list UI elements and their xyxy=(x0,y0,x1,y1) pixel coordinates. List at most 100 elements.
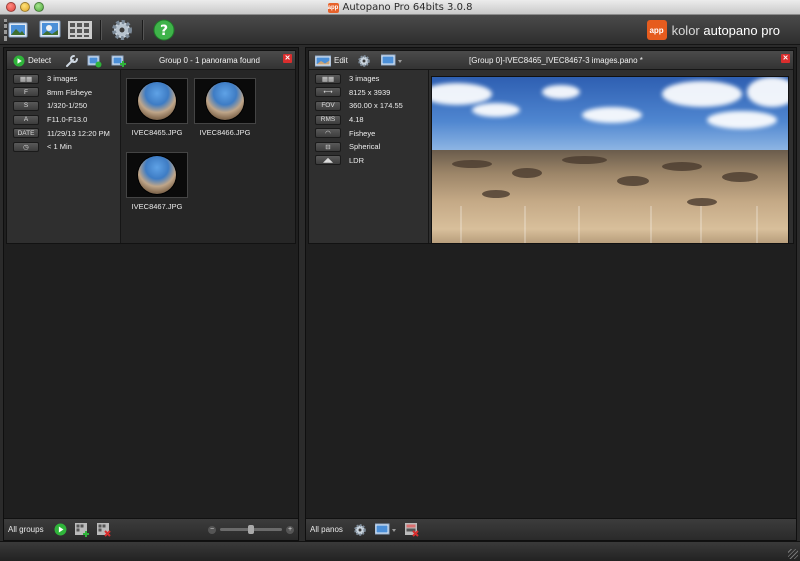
batch-detect-button[interactable] xyxy=(68,18,92,42)
image-stack-icon xyxy=(39,20,61,38)
info-row-date: DATE 11/29/13 12:20 PM xyxy=(7,126,120,140)
close-panorama-button[interactable]: ✕ xyxy=(781,54,790,63)
all-groups-label: All groups xyxy=(8,525,44,534)
info-row-rms: RMS 4.18 xyxy=(309,113,428,127)
group-card[interactable]: Detect Group 0 - 1 panorama found ✕ ▦▦ 3… xyxy=(6,50,296,244)
panorama-title: [Group 0]-IVEC8465_IVEC8467-3 images.pan… xyxy=(469,56,643,65)
thumbnail[interactable]: IVEC8465.JPG xyxy=(126,78,188,137)
render-settings-button[interactable] xyxy=(357,53,371,68)
panorama-info-list: ▦▦ 3 images ⟷ 8125 x 3939 FOV 360.00 x 1… xyxy=(309,70,429,243)
group-card-header: Detect Group 0 - 1 panorama found ✕ xyxy=(7,51,295,70)
grid-icon: ▦▦ xyxy=(13,73,39,84)
aperture-tag: A xyxy=(13,114,39,125)
info-row-size: ⟷ 8125 x 3939 xyxy=(309,86,428,100)
add-images-button[interactable] xyxy=(111,53,126,68)
svg-text:?: ? xyxy=(160,23,168,39)
clock-icon: ◷ xyxy=(13,141,39,152)
window-resize-grip[interactable] xyxy=(788,549,798,559)
main-toolbar: ? app kolor autopano pro xyxy=(0,15,800,45)
validate-group-button[interactable] xyxy=(87,53,102,68)
detect-button[interactable]: Detect xyxy=(13,53,51,68)
play-icon[interactable] xyxy=(54,523,67,536)
fisheye-image xyxy=(206,82,244,120)
info-row-focal: F 8mm Fisheye xyxy=(7,86,120,100)
settings-button[interactable] xyxy=(110,18,134,42)
close-group-button[interactable]: ✕ xyxy=(283,54,292,63)
fisheye-image xyxy=(138,156,176,194)
zoom-slider[interactable] xyxy=(220,525,282,534)
grid-icon: ▦▦ xyxy=(315,73,341,84)
panorama-edit-icon xyxy=(315,55,331,66)
gear-icon xyxy=(358,54,370,67)
render-button[interactable] xyxy=(381,53,403,68)
help-icon: ? xyxy=(153,19,175,41)
toolbar-separator xyxy=(100,20,101,40)
window-title-bar: app Autopano Pro 64bits 3.0.8 xyxy=(0,0,800,15)
info-row-fov: FOV 360.00 x 174.55 xyxy=(309,99,428,113)
group-settings-button[interactable] xyxy=(65,53,79,68)
rms-tag: RMS xyxy=(315,114,341,125)
thumbnail-zoom-control: − + xyxy=(208,525,294,534)
zoom-slider-handle[interactable] xyxy=(248,525,254,534)
zoom-out-icon[interactable]: − xyxy=(208,525,216,534)
info-row-images: ▦▦ 3 images xyxy=(309,72,428,86)
help-button[interactable]: ? xyxy=(152,18,176,42)
group-info-list: ▦▦ 3 images F 8mm Fisheye S 1/320-1/250 … xyxy=(7,70,121,243)
info-row-projection: ⊟ Spherical xyxy=(309,140,428,154)
info-row-shutter: S 1/320-1/250 xyxy=(7,99,120,113)
groups-footer: All groups − + xyxy=(4,518,298,540)
gear-icon xyxy=(112,20,132,40)
remove-panorama-icon[interactable] xyxy=(404,522,419,537)
panorama-card-header: Edit [Group 0]-IVEC8465_IVEC8467-3 image… xyxy=(309,51,793,70)
spherical-projection-icon: ⊟ xyxy=(315,141,341,152)
image-check-icon xyxy=(87,55,102,67)
panoramas-panel: Edit [Group 0]-IVEC8465_IVEC8467-3 image… xyxy=(305,47,797,541)
width-arrows-icon: ⟷ xyxy=(315,87,341,98)
ldr-icon: ◢◣ xyxy=(315,155,341,166)
info-row-duration: ◷ < 1 Min xyxy=(7,140,120,154)
add-group-icon[interactable] xyxy=(74,522,89,537)
info-row-lens: ◠ Fisheye xyxy=(309,126,428,140)
edit-label: Edit xyxy=(334,56,348,65)
thumbnail-filename: IVEC8466.JPG xyxy=(199,128,251,137)
zoom-in-icon[interactable]: + xyxy=(286,525,294,534)
status-bar xyxy=(0,541,800,561)
import-images-button[interactable] xyxy=(4,18,28,42)
info-row-range: ◢◣ LDR xyxy=(309,154,428,168)
render-dropdown-icon xyxy=(381,54,402,65)
thumbnail-filename: IVEC8465.JPG xyxy=(131,128,183,137)
grid-icon xyxy=(68,21,92,39)
thumbnail-grid: IVEC8465.JPG IVEC8466.JPG IVEC8467.JPG xyxy=(121,70,295,243)
wrench-icon xyxy=(66,54,78,67)
info-row-aperture: A F11.0-F13.0 xyxy=(7,113,120,127)
remove-group-icon[interactable] xyxy=(96,522,111,537)
group-title: Group 0 - 1 panorama found xyxy=(159,56,260,65)
fisheye-lens-icon: ◠ xyxy=(315,128,341,139)
gear-icon[interactable] xyxy=(353,523,367,537)
focal-tag: F xyxy=(13,87,39,98)
window-title: Autopano Pro 64bits 3.0.8 xyxy=(342,2,473,13)
thumbnail[interactable]: IVEC8467.JPG xyxy=(126,152,188,211)
shutter-tag: S xyxy=(13,100,39,111)
panorama-card[interactable]: Edit [Group 0]-IVEC8465_IVEC8467-3 image… xyxy=(308,50,794,244)
panorama-preview[interactable] xyxy=(431,76,789,244)
render-all-dropdown-icon[interactable] xyxy=(374,523,397,537)
all-panos-label: All panos xyxy=(310,525,343,534)
detect-label: Detect xyxy=(28,56,52,65)
thumbnail-filename: IVEC8467.JPG xyxy=(131,202,183,211)
play-icon xyxy=(13,55,25,66)
groups-panel: Detect Group 0 - 1 panorama found ✕ ▦▦ 3… xyxy=(3,47,299,541)
brand-badge: app xyxy=(646,20,667,40)
kolor-autopano-logo: app kolor autopano pro xyxy=(646,20,780,40)
info-row-images: ▦▦ 3 images xyxy=(7,72,120,86)
fisheye-image xyxy=(138,82,176,120)
thumbnail[interactable]: IVEC8466.JPG xyxy=(194,78,256,137)
brand-name-bold: autopano pro xyxy=(703,22,780,38)
edit-button[interactable]: Edit xyxy=(315,53,348,68)
folder-images-icon xyxy=(4,19,28,41)
import-folder-button[interactable] xyxy=(38,18,62,42)
date-tag: DATE xyxy=(13,128,39,139)
panos-footer: All panos xyxy=(306,518,796,540)
image-add-icon xyxy=(111,55,126,67)
brand-name-light: kolor xyxy=(671,22,704,38)
